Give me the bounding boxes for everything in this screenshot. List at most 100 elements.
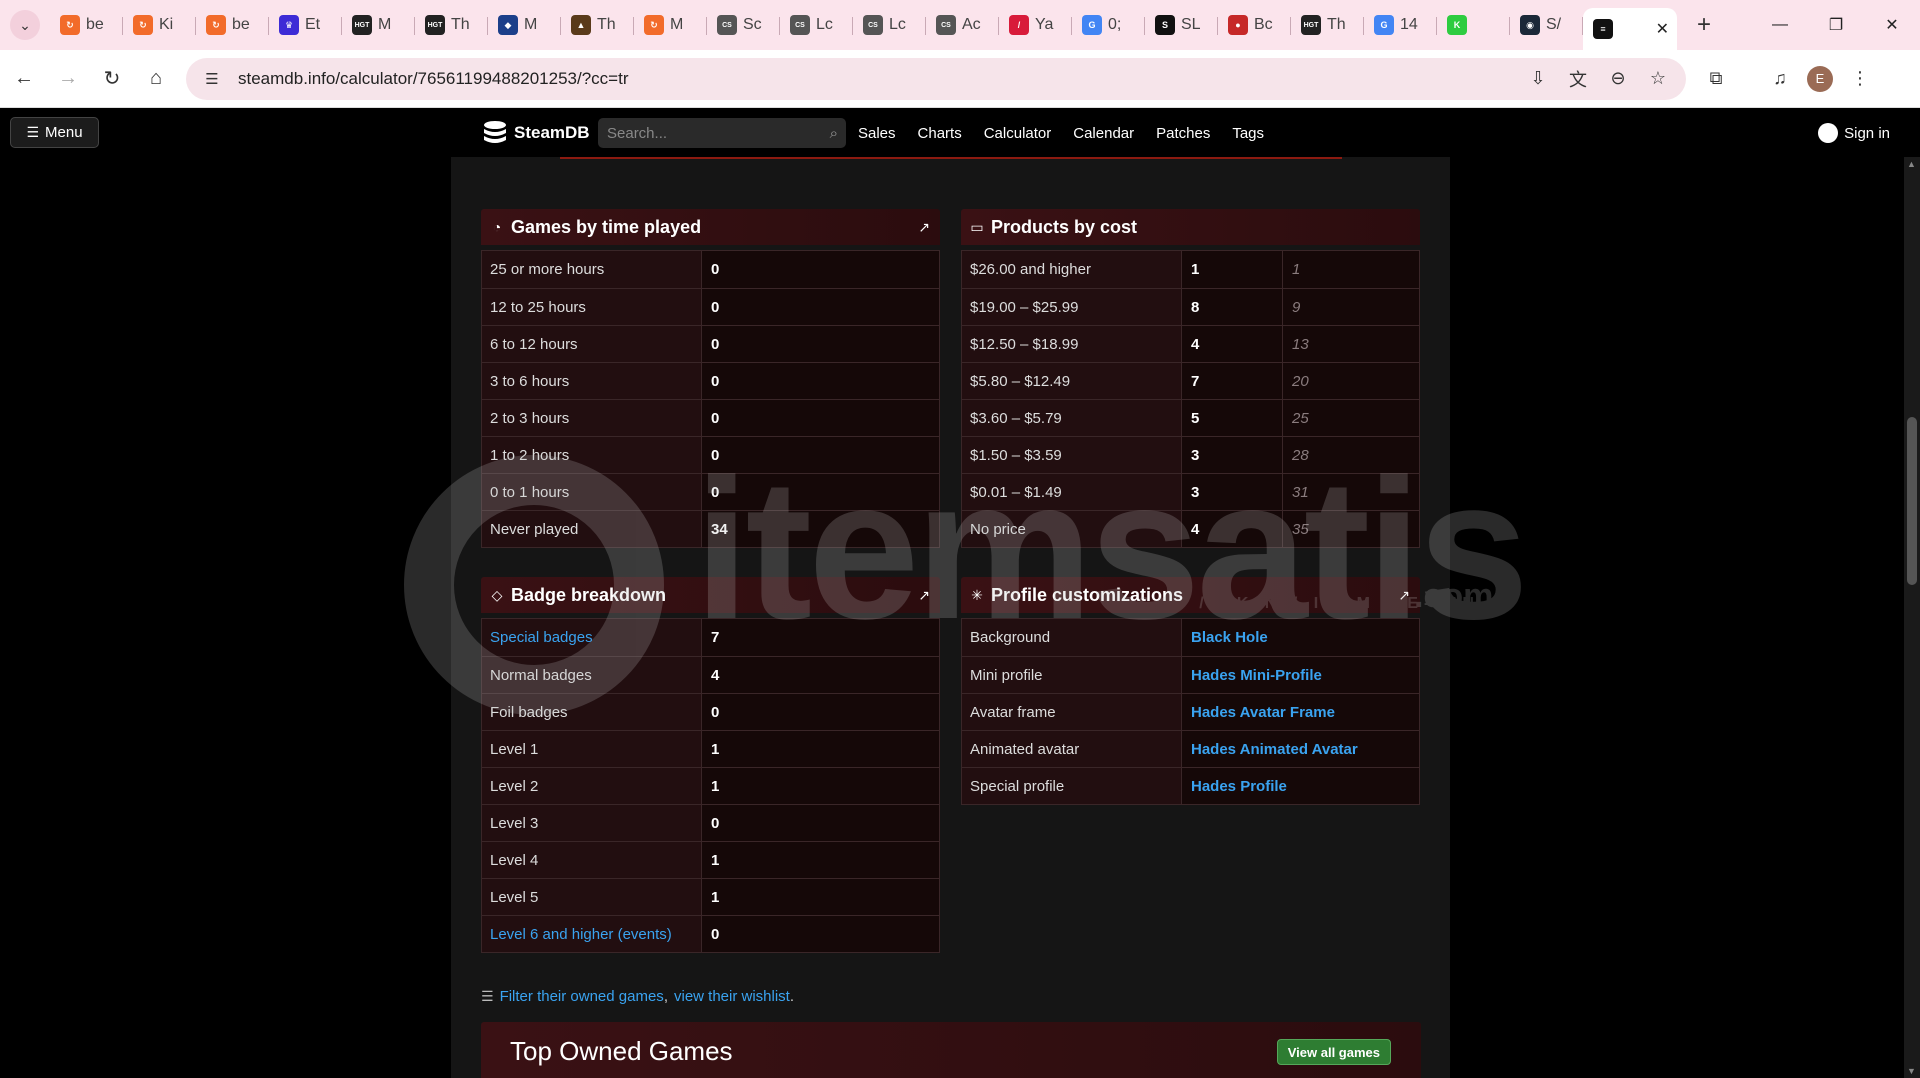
close-window-button[interactable]: ✕: [1864, 5, 1920, 45]
menu-button[interactable]: ☰ Menu: [10, 117, 99, 148]
browser-tab[interactable]: HGT Th: [1291, 7, 1364, 43]
table-row: No price 4 35: [962, 510, 1419, 547]
browser-tab[interactable]: CS Sc: [707, 7, 780, 43]
browser-tab[interactable]: S SL: [1145, 7, 1218, 43]
slash-icon: /: [1009, 15, 1029, 35]
view-all-games-button[interactable]: View all games: [1276, 1039, 1391, 1065]
row-value: 0: [702, 326, 939, 362]
row-cumulative: 25: [1283, 400, 1419, 436]
browser-tab[interactable]: ↻ M: [634, 7, 707, 43]
browser-tab[interactable]: ↻ be: [196, 7, 269, 43]
browser-tab[interactable]: / Ya: [999, 7, 1072, 43]
tab-title: Lc: [889, 16, 906, 33]
sign-in-link[interactable]: Sign in: [1818, 123, 1890, 143]
row-label: No price: [962, 511, 1182, 547]
browser-tab[interactable]: K: [1437, 7, 1510, 43]
external-link-icon[interactable]: ↗: [918, 219, 930, 236]
table-row: 0 to 1 hours 0: [482, 473, 939, 510]
restore-button[interactable]: ❐: [1808, 5, 1864, 45]
table-row: $19.00 – $25.99 8 9: [962, 288, 1419, 325]
browser-tab[interactable]: ● Bc: [1218, 7, 1291, 43]
external-link-icon[interactable]: ↗: [1398, 587, 1410, 604]
browser-tab[interactable]: ↻ Ki: [123, 7, 196, 43]
hat-icon: ▲: [571, 15, 591, 35]
page-scrollbar[interactable]: ▲ ▼: [1904, 157, 1920, 1078]
row-value[interactable]: Hades Avatar Frame: [1182, 694, 1419, 730]
browser-tab[interactable]: HGT Th: [415, 7, 488, 43]
row-value[interactable]: Hades Profile: [1182, 768, 1419, 804]
more-menu-icon[interactable]: ⋮: [1840, 59, 1880, 99]
nav-link-charts[interactable]: Charts: [918, 125, 962, 142]
zoom-icon[interactable]: ⊖: [1598, 59, 1638, 99]
avatar: E: [1807, 65, 1833, 92]
install-app-icon[interactable]: ⇩: [1518, 59, 1558, 99]
browser-tab[interactable]: HGT M: [342, 7, 415, 43]
home-button[interactable]: ⌂: [136, 59, 176, 99]
scroll-down-icon[interactable]: ▼: [1907, 1066, 1916, 1076]
tab-title: M: [670, 16, 684, 33]
scroll-up-icon[interactable]: ▲: [1907, 159, 1916, 169]
browser-tab[interactable]: ▲ Th: [561, 7, 634, 43]
table-row: Avatar frame Hades Avatar Frame: [962, 693, 1419, 730]
row-label: Normal badges: [482, 657, 702, 693]
shield-icon: ◆: [498, 15, 518, 35]
back-button[interactable]: ←: [4, 59, 44, 99]
browser-tab[interactable]: CS Lc: [780, 7, 853, 43]
table-row: $0.01 – $1.49 3 31: [962, 473, 1419, 510]
extensions-icon[interactable]: ⧉: [1696, 59, 1736, 99]
tab-title: M: [524, 16, 538, 33]
nav-link-tags[interactable]: Tags: [1232, 125, 1264, 142]
divider: [560, 157, 1342, 159]
site-info-icon[interactable]: ☰: [200, 67, 224, 91]
browser-tab[interactable]: CS Ac: [926, 7, 999, 43]
browser-tab[interactable]: G 0;: [1072, 7, 1145, 43]
wallet-icon: ▭: [970, 218, 984, 235]
new-tab-button[interactable]: +: [1689, 10, 1719, 40]
browser-tab[interactable]: ↻ be: [50, 7, 123, 43]
address-bar[interactable]: ☰ steamdb.info/calculator/76561199488201…: [186, 57, 1686, 100]
restore-icon: ❐: [1828, 17, 1844, 34]
search-icon[interactable]: ⌕: [830, 125, 838, 142]
row-label[interactable]: Level 6 and higher (events): [482, 916, 702, 952]
window-controls: — ❐ ✕: [1752, 5, 1920, 45]
steamdb-logo[interactable]: SteamDB: [480, 117, 590, 149]
minimize-button[interactable]: —: [1752, 5, 1808, 45]
products-by-cost-table: $26.00 and higher 1 1 $19.00 – $25.99 8 9 $12.…: [961, 250, 1420, 548]
nav-link-sales[interactable]: Sales: [858, 125, 896, 142]
browser-toolbar: ← → ↻ ⌂ ☰ steamdb.info/calculator/765611…: [0, 50, 1920, 108]
profile-button[interactable]: E: [1800, 59, 1840, 99]
browser-tab[interactable]: ◉ S/: [1510, 7, 1583, 43]
row-value[interactable]: Hades Animated Avatar: [1182, 731, 1419, 767]
external-link-icon[interactable]: ↗: [918, 587, 930, 604]
forward-button[interactable]: →: [48, 59, 88, 99]
nav-link-patches[interactable]: Patches: [1156, 125, 1210, 142]
arrow-left-icon: ←: [14, 67, 34, 89]
separator-text: ,: [663, 988, 668, 1005]
csgo-icon: CS: [790, 15, 810, 35]
row-value[interactable]: Hades Mini-Profile: [1182, 657, 1419, 693]
translate-icon[interactable]: 文: [1558, 59, 1598, 99]
close-tab-icon[interactable]: ✕: [1656, 19, 1669, 39]
nav-link-calendar[interactable]: Calendar: [1073, 125, 1134, 142]
tab-title: Th: [597, 16, 616, 33]
row-label[interactable]: Special badges: [482, 619, 702, 656]
active-browser-tab[interactable]: ≡ ✕: [1583, 8, 1677, 50]
bookmark-star-icon[interactable]: ☆: [1638, 59, 1678, 99]
tab-search-button[interactable]: ⌄: [10, 10, 40, 40]
browser-tab[interactable]: G 14: [1364, 7, 1437, 43]
site-search[interactable]: ⌕: [598, 118, 846, 148]
nav-link-calculator[interactable]: Calculator: [984, 125, 1052, 142]
url-text[interactable]: steamdb.info/calculator/7656119948820125…: [238, 69, 629, 89]
search-input[interactable]: [607, 124, 807, 142]
panel-title: Profile customizations: [991, 584, 1184, 605]
scrollbar-thumb[interactable]: [1907, 417, 1917, 585]
browser-tab[interactable]: ♛ Et: [269, 7, 342, 43]
browser-tab[interactable]: ◆ M: [488, 7, 561, 43]
filter-owned-games-link[interactable]: Filter their owned games: [500, 988, 664, 1005]
reload-button[interactable]: ↻: [92, 59, 132, 99]
media-controls-icon[interactable]: ♫: [1760, 59, 1800, 99]
row-value[interactable]: Black Hole: [1182, 619, 1419, 656]
view-wishlist-link[interactable]: view their wishlist: [674, 988, 790, 1005]
row-label: $3.60 – $5.79: [962, 400, 1182, 436]
browser-tab[interactable]: CS Lc: [853, 7, 926, 43]
